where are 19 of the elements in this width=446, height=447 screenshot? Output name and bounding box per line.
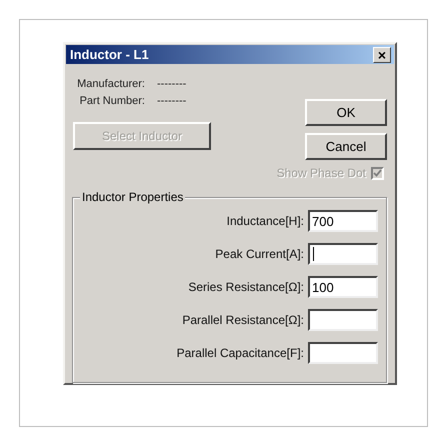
window-title: Inductor - L1 <box>70 47 149 62</box>
input-field[interactable] <box>308 309 378 331</box>
close-button[interactable]: × <box>373 46 391 62</box>
ok-button[interactable]: OK <box>305 99 387 126</box>
info-value: -------- <box>157 78 186 90</box>
group-title: Inductor Properties <box>80 190 186 204</box>
input-field[interactable] <box>308 342 378 364</box>
field-label: Peak Current[A]: <box>215 247 304 261</box>
cancel-button[interactable]: Cancel <box>305 133 387 160</box>
info-label: Part Number: <box>78 94 145 106</box>
info-value: -------- <box>157 94 186 106</box>
info-label: Manufacturer: <box>76 78 145 90</box>
input-field[interactable] <box>308 243 378 265</box>
field-label: Series Resistance[Ω]: <box>188 280 304 294</box>
field-label: Parallel Capacitance[F]: <box>176 346 304 360</box>
input-field[interactable]: 700 <box>308 210 378 232</box>
input-field[interactable]: 100 <box>308 276 378 298</box>
field-label: Inductance[H]: <box>226 214 304 228</box>
field-label: Parallel Resistance[Ω]: <box>182 313 304 327</box>
